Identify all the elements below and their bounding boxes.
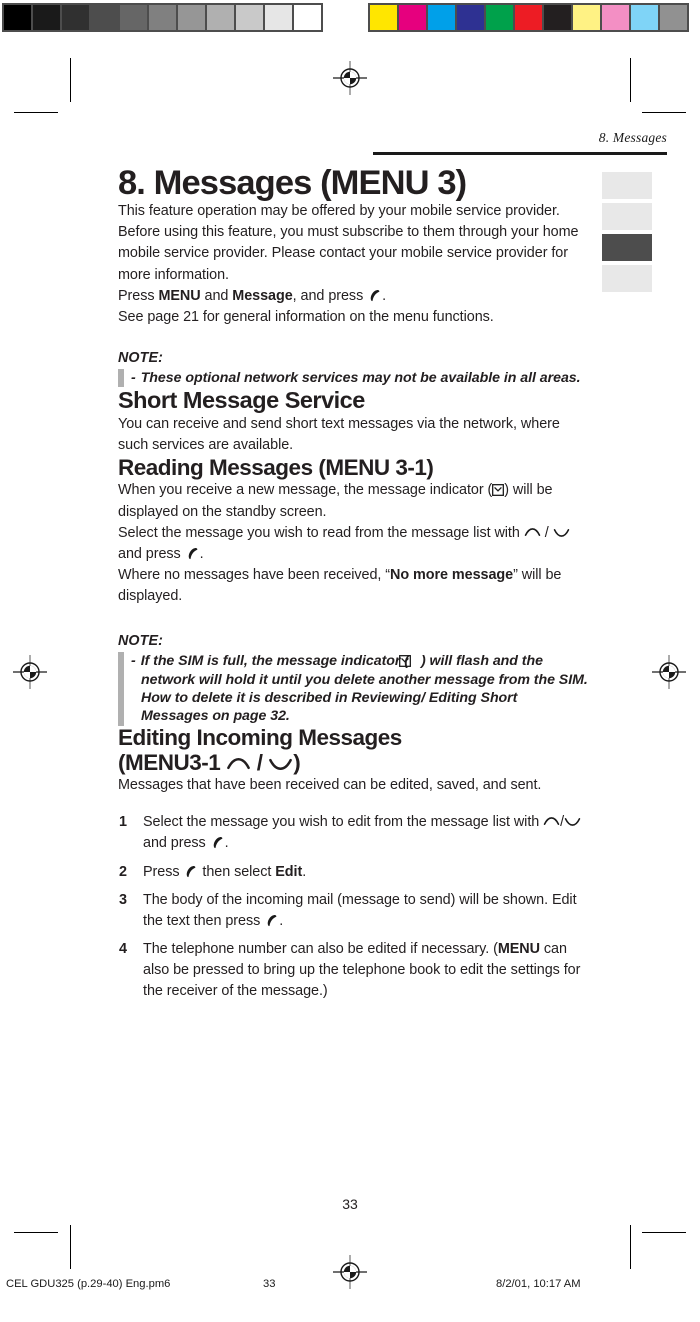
reading-line-1: When you receive a new message, the mess… [118,480,588,522]
reading-line2-b: and press [118,545,185,562]
message-indicator-envelope-icon [492,482,505,496]
page-content: 8. Messages (MENU 3) This feature operat… [118,165,588,1009]
step-number: 3 [119,891,127,908]
no-more-message-label: No more message [390,566,514,583]
step-2-a: Press [143,863,184,880]
scroll-down-key-icon [268,753,293,770]
slug-filename: CEL GDU325 (p.29-40) Eng.pm6 [6,1278,171,1290]
note-1-content: These optional network services may not … [140,369,581,386]
editing-body: Messages that have been received can be … [118,777,542,794]
step-3-a: The body of the incoming mail (message t… [143,891,577,929]
thumb-tab-index [602,172,652,296]
reading-line-3: Where no messages have been received, “N… [118,565,588,607]
running-head-rule [373,152,667,155]
reading-line2-a: Select the message you wish to read from… [118,524,524,541]
step-1-b: and press [143,835,210,852]
note-dash: - [131,653,136,670]
running-head: 8. Messages [598,130,667,145]
message-menu-label: Message [232,287,293,304]
step-4-a: The telephone number can also be edited … [143,940,498,957]
list-item: 1 Select the message you wish to edit fro… [118,812,588,854]
press-pre: Press [118,287,159,304]
note-block-1: - These optional network services may not… [118,368,588,388]
scroll-up-key-icon [524,524,541,536]
step-number: 1 [119,814,127,831]
section-heading-editing-incoming-messages: Editing Incoming Messages (MENU3-1 / ) [118,724,588,776]
note-2-a: If the SIM is full, the message indicato… [140,653,409,670]
editing-heading-slash: / [251,749,269,775]
note-label-1: NOTE: [118,349,163,366]
note-accent-bar [118,368,124,388]
note-block-2: - If the SIM is full, the message indicat… [118,652,588,726]
edit-option-label: Edit [275,863,303,880]
sms-body: You can receive and send short text mess… [118,415,560,453]
step-2-end: . [302,863,307,880]
reading-line2-end: . [199,545,204,562]
send-key-icon [265,913,278,926]
scroll-down-key-icon [564,813,581,827]
editing-heading-line2-b: ) [293,749,301,775]
section-heading-short-message-service: Short Message Service [118,387,365,414]
step-1-a: Select the message you wish to edit from… [143,814,544,831]
step-number: 4 [119,940,127,957]
note-text-2: - If the SIM is full, the message indicat… [131,652,588,726]
slug-timestamp: 8/2/01, 10:17 AM [496,1278,581,1290]
tab-marker-4[interactable] [602,265,652,292]
section-heading-reading-messages: Reading Messages (MENU 3-1) [118,454,434,480]
tab-marker-2[interactable] [602,203,652,230]
step-2-b: then select [198,863,276,880]
reading-line1-a: When you receive a new message, the mess… [118,482,493,499]
scroll-down-key-icon [553,524,570,537]
reading-line2-slash: / [540,524,553,541]
list-item: 3 The body of the incoming mail (message … [118,890,588,932]
message-indicator-envelope-icon [398,654,421,667]
press-instruction: Press MENU and Message, and press . [118,286,588,307]
editing-heading-line2-a: (MENU3-1 [118,749,227,775]
press-end: . [382,287,387,304]
scroll-up-key-icon [543,813,560,826]
note-dash: - [131,369,136,386]
step-1-end: . [224,835,229,852]
intro-paragraph: This feature operation may be offered by… [118,203,579,283]
menu-key-label: MENU [158,287,201,304]
press-mid: and [200,287,233,304]
reading-line3-a: Where no messages have been received, “ [118,566,391,583]
editing-steps-list: 1 Select the message you wish to edit fro… [118,812,588,1001]
send-key-icon [186,546,199,559]
menu-key-label: MENU [497,940,540,957]
send-key-icon [184,864,197,877]
see-page-line: See page 21 for general information on t… [118,308,494,325]
note-accent-bar [118,652,124,726]
scroll-up-key-icon [226,753,251,769]
step-3-end: . [279,912,284,929]
editing-heading-line-1: Editing Incoming Messages [118,724,402,750]
slug-page-number: 33 [263,1278,276,1290]
press-post: , and press [292,287,368,304]
note-text-1: - These optional network services may not… [131,369,581,387]
page-number: 33 [342,1196,358,1212]
list-item: 2 Press then select Edit. [118,862,588,883]
page-title: 8. Messages (MENU 3) [118,164,467,202]
step-number: 2 [119,863,127,880]
reading-line-2: Select the message you wish to read from… [118,523,588,565]
note-label-2: NOTE: [118,633,163,650]
send-key-icon [368,288,381,301]
tab-marker-3[interactable] [602,234,652,261]
send-key-icon [211,835,224,849]
tab-marker-1[interactable] [602,172,652,199]
list-item: 4 The telephone number can also be edited… [118,939,588,1002]
manual-page: 8. Messages 8. Messages (MENU 3) This fe… [0,0,700,1322]
